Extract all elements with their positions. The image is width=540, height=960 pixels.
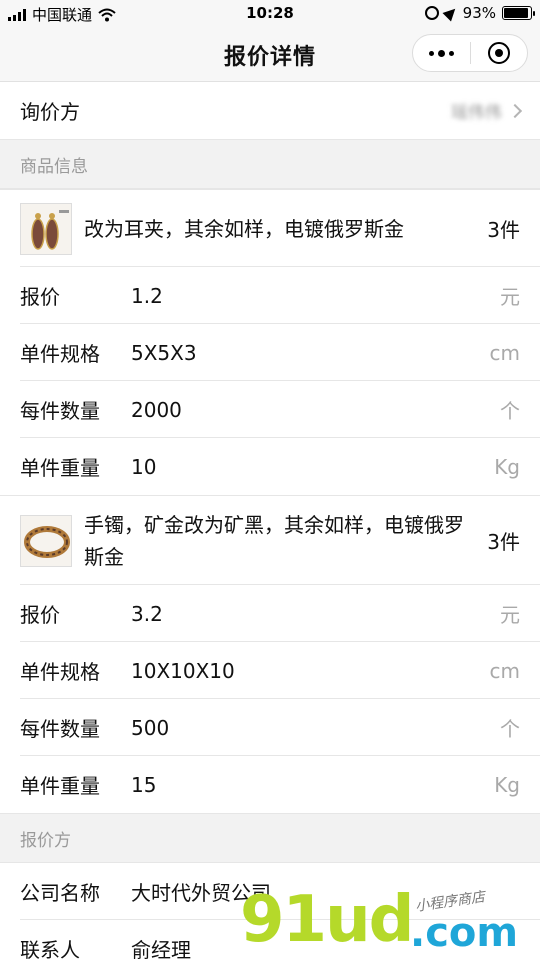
- inquirer-value: 瑶伟伟: [451, 103, 502, 123]
- miniprogram-capsule: [412, 34, 528, 72]
- field-value: 1.2: [131, 283, 163, 308]
- field-label: 报价: [20, 603, 60, 627]
- location-icon: [442, 4, 460, 22]
- field-value: 俞经理: [131, 938, 191, 960]
- field-value: 5X5X3: [131, 340, 197, 365]
- field-value: 大时代外贸公司: [131, 881, 271, 905]
- more-dots-icon: [428, 49, 454, 57]
- field-row-size: 单件规格 5X5X3 cm: [0, 324, 540, 381]
- lock-rotation-icon: [424, 6, 439, 20]
- more-button[interactable]: [413, 35, 470, 71]
- field-label: 报价: [20, 285, 60, 309]
- field-label: 单件规格: [20, 660, 100, 684]
- close-button[interactable]: [471, 35, 528, 71]
- field-row-count: 每件数量 2000 个: [0, 381, 540, 438]
- quote-detail-content: 询价方 瑶伟伟 商品信息 改为耳夹，其余如样，电镀俄罗斯金 3件 报价 1.2 …: [0, 82, 540, 960]
- quoter-section-header: 报价方: [0, 813, 540, 863]
- inquirer-label: 询价方: [20, 100, 80, 124]
- company-row: 公司名称 大时代外贸公司: [0, 863, 540, 920]
- battery-icon: [502, 6, 535, 20]
- field-unit: Kg: [494, 772, 520, 797]
- status-bar: 中国联通 10:28 93%: [0, 0, 540, 28]
- contact-row: 联系人 俞经理: [0, 920, 540, 960]
- nav-bar: 报价详情: [0, 28, 540, 82]
- field-value: 3.2: [131, 601, 163, 626]
- field-row-weight: 单件重量 15 Kg: [0, 756, 540, 813]
- battery-percent: 93%: [462, 4, 496, 22]
- product-quantity: 3件: [487, 218, 520, 242]
- field-label: 单件重量: [20, 456, 100, 480]
- field-label: 公司名称: [20, 881, 100, 905]
- field-label: 单件规格: [20, 342, 100, 366]
- product-item[interactable]: 改为耳夹，其余如样，电镀俄罗斯金 3件: [0, 189, 540, 267]
- field-unit: cm: [489, 340, 520, 365]
- product-item[interactable]: 手镯，矿金改为矿黑，其余如样，电镀俄罗斯金 3件: [0, 495, 540, 585]
- field-unit: cm: [489, 658, 520, 683]
- field-row-count: 每件数量 500 个: [0, 699, 540, 756]
- field-value: 500: [131, 715, 170, 740]
- field-unit: 元: [500, 285, 520, 309]
- target-icon: [487, 42, 510, 64]
- field-unit: 个: [500, 717, 520, 741]
- field-label: 单件重量: [20, 774, 100, 798]
- product-name: 手镯，矿金改为矿黑，其余如样，电镀俄罗斯金: [84, 512, 464, 569]
- field-row-weight: 单件重量 10 Kg: [0, 438, 540, 495]
- field-value: 10X10X10: [131, 658, 235, 683]
- field-unit: 元: [500, 603, 520, 627]
- product-name: 改为耳夹，其余如样，电镀俄罗斯金: [84, 216, 404, 241]
- field-label: 联系人: [20, 938, 80, 960]
- inquirer-row[interactable]: 询价方 瑶伟伟: [0, 82, 540, 139]
- chevron-right-icon: [507, 103, 523, 118]
- field-value: 15: [131, 772, 157, 797]
- goods-section-header: 商品信息: [0, 139, 540, 189]
- product-thumbnail: [20, 202, 72, 255]
- field-value: 2000: [131, 397, 182, 422]
- field-label: 每件数量: [20, 399, 100, 423]
- field-unit: Kg: [494, 454, 520, 479]
- field-row-size: 单件规格 10X10X10 cm: [0, 642, 540, 699]
- product-quantity: 3件: [487, 530, 520, 554]
- product-thumbnail: [20, 514, 72, 567]
- field-unit: 个: [500, 399, 520, 423]
- field-row-price: 报价 1.2 元: [0, 267, 540, 324]
- field-value: 10: [131, 454, 157, 479]
- field-label: 每件数量: [20, 717, 100, 741]
- field-row-price: 报价 3.2 元: [0, 585, 540, 642]
